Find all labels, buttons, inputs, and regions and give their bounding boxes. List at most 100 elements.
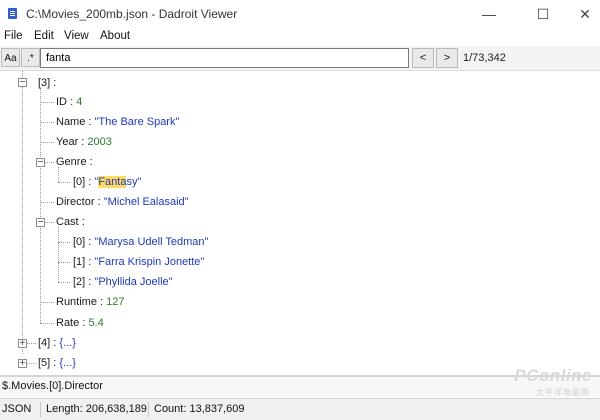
match-case-button[interactable]: Aa [1, 48, 20, 67]
node-key: [0] [73, 236, 86, 248]
node-key: [1] [73, 256, 86, 268]
menu-file[interactable]: File [4, 30, 23, 42]
node-key: [3] [38, 77, 51, 89]
tree-node-genre[interactable]: Genre : [56, 153, 93, 171]
menu-view[interactable]: View [64, 30, 89, 42]
expand-icon[interactable]: + [18, 359, 27, 368]
tree-node-rate[interactable]: Rate : 5.4 [56, 314, 104, 332]
node-colon: : [53, 337, 57, 349]
status-format: JSON [2, 403, 32, 415]
node-colon: : [88, 236, 92, 248]
previous-match-button[interactable]: < [412, 48, 434, 68]
tree-connector [58, 242, 70, 243]
tree-connector [58, 262, 70, 263]
tree-connector [44, 222, 54, 223]
node-colon: : [81, 216, 85, 228]
tree-connector [40, 142, 54, 143]
node-key: Name [56, 116, 86, 128]
node-key: Cast [56, 216, 79, 228]
tree-node-cast[interactable]: Cast : [56, 213, 85, 231]
collapse-icon[interactable]: − [18, 78, 27, 87]
status-divider [40, 402, 41, 417]
minimize-icon[interactable]: — [474, 4, 504, 24]
tree-view[interactable]: − − − + + [3] : ID : 4 Name : "The Bare … [0, 70, 600, 376]
tree-node-record-4[interactable]: [4] : {...} [38, 334, 76, 352]
status-bar: JSON Length: 206,638,189 Count: 13,837,6… [0, 398, 600, 420]
maximize-icon[interactable]: ☐ [528, 4, 558, 24]
tree-connector [26, 363, 36, 364]
collapsed-value: {...} [59, 357, 76, 369]
tree-connector [40, 122, 54, 123]
title-bar[interactable]: C:\Movies_200mb.json - Dadroit Viewer — … [0, 0, 600, 28]
node-value: 4 [76, 96, 83, 108]
tree-node-genre-0[interactable]: [0] : "Fantasy" [73, 173, 141, 191]
tree-node-record-5[interactable]: [5] : {...} [38, 354, 76, 372]
menu-bar: File Edit View About [0, 28, 600, 46]
node-key: ID [56, 96, 67, 108]
tree-node-cast-2[interactable]: [2] : "Phyllida Joelle" [73, 273, 173, 291]
tree-connector [58, 182, 70, 183]
value-suffix: sy" [126, 176, 142, 188]
search-toolbar: Aa .* < > 1/73,342 [0, 46, 600, 70]
tree-connector [58, 227, 59, 282]
node-value: "The Bare Spark" [94, 116, 180, 128]
tree-connector [22, 71, 23, 354]
node-value: "Farra Krispin Jonette" [94, 256, 205, 268]
tree-node-record-3[interactable]: [3] : [38, 74, 56, 92]
next-match-button[interactable]: > [436, 48, 458, 68]
node-value: 127 [106, 296, 125, 308]
regex-button[interactable]: .* [21, 48, 40, 67]
tree-connector [40, 102, 54, 103]
node-colon: : [70, 96, 74, 108]
menu-edit[interactable]: Edit [34, 30, 54, 42]
tree-connector [44, 162, 54, 163]
watermark-logo: PConline [514, 366, 592, 385]
node-key: [5] [38, 357, 51, 369]
node-key: Director [56, 196, 95, 208]
node-key: Genre [56, 156, 87, 168]
menu-about[interactable]: About [100, 30, 130, 42]
match-count: 1/73,342 [463, 52, 506, 64]
document-icon [8, 8, 17, 19]
node-colon: : [88, 256, 92, 268]
json-path: $.Movies.[0].Director [2, 380, 103, 392]
node-colon: : [88, 116, 92, 128]
node-key: Year [56, 136, 79, 148]
node-colon: : [100, 296, 104, 308]
node-key: [2] [73, 276, 86, 288]
tree-node-year[interactable]: Year : 2003 [56, 133, 112, 151]
tree-node-director[interactable]: Director : "Michel Ealasaid" [56, 193, 189, 211]
expand-icon[interactable]: + [18, 339, 27, 348]
tree-node-runtime[interactable]: Runtime : 127 [56, 293, 125, 311]
node-value: "Phyllida Joelle" [94, 276, 173, 288]
node-key: [0] [73, 176, 86, 188]
status-divider [148, 402, 149, 417]
node-colon: : [97, 196, 101, 208]
tree-node-id[interactable]: ID : 4 [56, 93, 82, 111]
node-colon: : [81, 136, 85, 148]
tree-connector [40, 88, 41, 323]
node-colon: : [82, 317, 86, 329]
node-colon: : [53, 357, 57, 369]
node-value: "Fantasy" [94, 176, 141, 188]
path-bar: $.Movies.[0].Director [0, 377, 600, 397]
search-input[interactable] [40, 48, 409, 68]
node-value: "Marysa Udell Tedman" [94, 236, 209, 248]
tree-node-cast-1[interactable]: [1] : "Farra Krispin Jonette" [73, 253, 204, 271]
node-key: Runtime [56, 296, 97, 308]
node-colon: : [53, 77, 57, 89]
node-key: [4] [38, 337, 51, 349]
close-icon[interactable]: ✕ [570, 4, 600, 24]
status-length: Length: 206,638,189 [46, 403, 147, 415]
node-colon: : [88, 276, 92, 288]
tree-node-name[interactable]: Name : "The Bare Spark" [56, 113, 179, 131]
search-highlight: Fanta [98, 176, 127, 188]
collapse-icon[interactable]: − [36, 158, 45, 167]
tree-connector [26, 343, 36, 344]
tree-node-cast-0[interactable]: [0] : "Marysa Udell Tedman" [73, 233, 208, 251]
collapsed-value: {...} [59, 337, 76, 349]
collapse-icon[interactable]: − [36, 218, 45, 227]
tree-connector [40, 202, 54, 203]
node-colon: : [88, 176, 92, 188]
node-colon: : [89, 156, 93, 168]
